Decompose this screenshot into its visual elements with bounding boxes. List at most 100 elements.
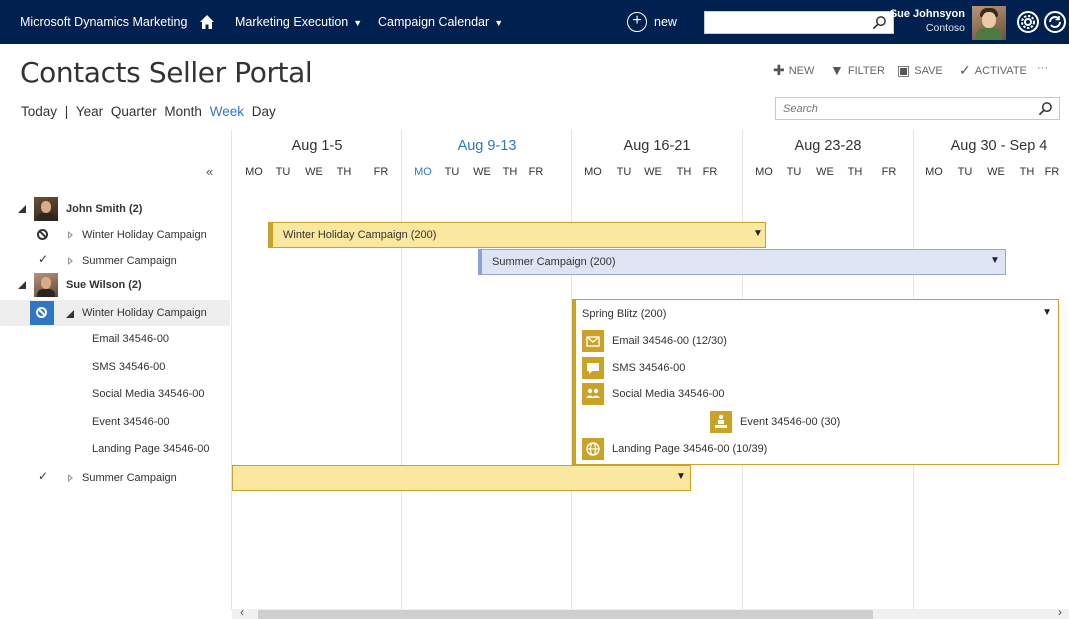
collapse-panel-button[interactable]: « [206,164,213,179]
search-icon[interactable] [872,15,887,30]
tree-row-campaign[interactable]: Winter Holiday Campaign [0,222,230,248]
campaign-bar-summer[interactable]: Summer Campaign (200) ▼ [478,249,1006,275]
chat-bubble-icon [582,357,604,379]
collapse-triangle-icon[interactable] [18,205,26,213]
contact-name: John Smith (2) [66,203,143,215]
app-title[interactable]: Microsoft Dynamics Marketing [20,0,187,44]
home-icon[interactable] [199,14,215,30]
chevron-down-icon[interactable]: ▼ [753,228,763,239]
checkmark-icon: ✓ [38,252,49,266]
chevron-down-icon[interactable]: ▼ [990,255,1000,266]
save-command-button[interactable]: ▣ SAVE [897,62,943,79]
tree-row-sue-wilson[interactable]: Sue Wilson (2) [0,272,230,298]
activity-label: Social Media 34546-00 [612,388,725,400]
global-search-input[interactable] [704,11,894,34]
day-header: TU [444,166,460,178]
new-button[interactable]: new [654,0,677,44]
campaign-bar-summer-2[interactable]: ▼ [232,465,691,491]
week-header-current[interactable]: Aug 9-13 [402,138,572,154]
view-year[interactable]: Year [76,104,103,119]
activity-label: Email 34546-00 (12/30) [612,335,727,347]
day-header: FR [528,166,544,178]
scroll-left-arrow-icon[interactable]: ‹ [240,605,244,619]
chevron-down-icon[interactable]: ▼ [1042,307,1052,318]
user-avatar[interactable] [972,6,1006,40]
view-quarter[interactable]: Quarter [111,104,157,119]
tree-row-campaign[interactable]: ✓ Summer Campaign [0,465,230,491]
tree-row-activity[interactable]: Social Media 34546-00 [0,381,230,407]
campaign-bar-winter-holiday[interactable]: Winter Holiday Campaign (200) ▼ [268,222,766,248]
activity-label: SMS 34546-00 [612,362,686,374]
marketing-execution-label: Marketing Execution [235,15,349,29]
collapse-triangle-icon[interactable] [18,281,26,289]
day-header: WE [816,166,834,178]
week-header[interactable]: Aug 23-28 [743,138,913,154]
campaign-bar-label: Summer Campaign (200) [492,256,616,268]
email-icon [582,330,604,352]
settings-gear-icon[interactable] [1017,11,1039,33]
user-organization: Contoso [925,22,965,34]
tree-row-john-smith[interactable]: John Smith (2) [0,196,230,222]
tree-row-campaign-selected[interactable]: Winter Holiday Campaign [0,300,230,326]
activate-command-button[interactable]: ✓ ACTIVATE [959,62,1027,79]
filter-command-button[interactable]: ▼ FILTER [830,62,885,78]
expand-triangle-icon[interactable] [68,231,73,239]
activity-name: Event 34546-00 [92,416,170,428]
expand-triangle-icon[interactable] [68,257,73,265]
day-header: WE [644,166,662,178]
activity-name: Landing Page 34546-00 [92,443,210,455]
campaign-calendar-label: Campaign Calendar [378,15,490,29]
campaign-bar-label: Winter Holiday Campaign (200) [283,229,437,241]
page-title: Contacts Seller Portal [20,56,313,89]
tree-row-activity[interactable]: SMS 34546-00 [0,354,230,380]
view-week[interactable]: Week [210,104,244,119]
calendar-view-switcher: Today | Year Quarter Month Week Day [21,104,280,119]
scroll-right-arrow-icon[interactable]: › [1058,605,1062,619]
grid-line [401,130,402,610]
week-header[interactable]: Aug 1-5 [232,138,402,154]
filter-command-label: FILTER [847,65,885,77]
expand-triangle-icon[interactable] [68,474,73,482]
new-command-button[interactable]: ✚ NEW [773,62,814,79]
calendar-search-box [775,97,1060,120]
refresh-icon[interactable] [1044,11,1066,33]
campaign-name: Summer Campaign [82,255,177,267]
marketing-execution-menu[interactable]: Marketing Execution ▼ [235,0,362,44]
plus-icon: ✚ [773,62,785,78]
campaign-calendar-menu[interactable]: Campaign Calendar ▼ [378,0,503,44]
day-header: MO [925,166,943,178]
view-day[interactable]: Day [252,104,276,119]
tree-row-activity[interactable]: Landing Page 34546-00 [0,436,230,462]
view-today[interactable]: Today [21,104,57,119]
activity-name: Social Media 34546-00 [92,388,205,400]
tree-row-activity[interactable]: Event 34546-00 [0,409,230,435]
new-command-label: NEW [788,65,815,77]
checkmark-icon: ✓ [38,469,49,483]
calendar-search-input[interactable] [776,98,1026,119]
day-header: FR [702,166,718,178]
day-header: TH [336,166,352,178]
tree-row-campaign[interactable]: ✓ Summer Campaign [0,248,230,274]
week-header[interactable]: Aug 30 - Sep 4 [914,138,1069,154]
scrollbar-thumb[interactable] [258,610,873,619]
activity-label: Landing Page 34546-00 (10/39) [612,443,768,455]
day-header: FR [1044,166,1060,178]
avatar [34,197,58,221]
user-name[interactable]: Sue Johnsyon [890,8,965,21]
activity-label: Event 34546-00 (30) [740,416,841,428]
event-presenter-icon [710,411,732,433]
view-month[interactable]: Month [164,104,202,119]
avatar [34,273,58,297]
blocked-icon [37,229,48,240]
chevron-down-icon: ▼ [353,18,363,28]
new-plus-icon[interactable]: + [627,12,647,32]
campaign-card-spring-blitz[interactable]: Spring Blitz (200) ▼ Email 34546-00 (12/… [572,299,1059,465]
week-header[interactable]: Aug 16-21 [572,138,742,154]
chevron-down-icon[interactable]: ▼ [676,471,686,482]
campaign-card-title: Spring Blitz (200) [582,308,667,320]
more-commands-button[interactable]: ··· [1037,62,1048,74]
checkmark-icon: ✓ [959,62,971,78]
collapse-triangle-icon[interactable] [66,310,74,318]
search-icon[interactable] [1038,101,1053,116]
tree-row-activity[interactable]: Email 34546-00 [0,326,230,352]
